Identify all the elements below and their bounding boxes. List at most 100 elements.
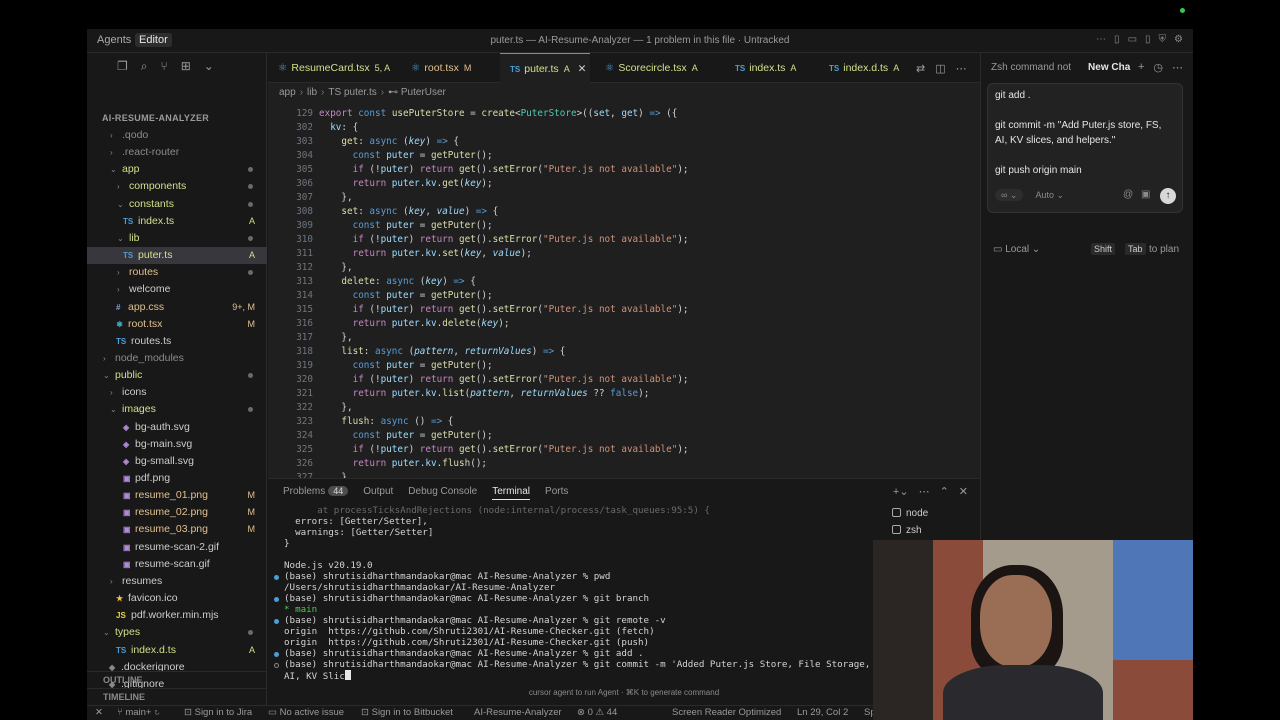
breadcrumb-item[interactable]: TS puter.ts [328,87,376,98]
editor-tab[interactable]: ⚛ Scorecircle.tsx A [595,53,720,83]
tree-item[interactable]: TS puter.ts A [87,247,267,265]
chat-more-icon[interactable]: ⋯ [1172,61,1183,74]
add-chat-icon[interactable]: + [1138,61,1144,74]
mention-icon[interactable]: @ [1123,189,1133,200]
panel-more-icon[interactable]: ⋯ [919,485,930,498]
breadcrumb-item[interactable]: app [279,87,296,98]
project-name[interactable]: AI-Resume-Analyzer [474,707,562,718]
panel-tab[interactable]: Problems 44 [283,486,349,500]
search-icon[interactable]: ⌕ [141,59,148,74]
tree-item[interactable]: › components [87,178,267,195]
more-icon[interactable]: ⋯ [1096,34,1106,45]
chat-input-box[interactable]: git add . git commit -m "Add Puter.js sto… [987,83,1183,213]
history-icon[interactable]: ◷ [1153,61,1163,74]
breadcrumb-item[interactable]: lib [307,87,317,98]
tree-item[interactable]: › node_modules [87,350,267,367]
terminal-instance[interactable]: zsh [892,522,928,539]
tree-item[interactable]: ⌄ app [87,161,267,178]
tree-item[interactable]: › icons [87,384,267,401]
typescript-icon: TS [829,64,840,73]
branch-indicator[interactable]: ⑂ main+ ↻ [117,707,160,718]
tree-item[interactable]: ⌄ public [87,367,267,384]
tree-item[interactable]: › .qodo [87,127,267,144]
bitbucket-sign-in[interactable]: ⊡ Sign in to Bitbucket [361,707,453,718]
tree-item[interactable]: ▣ resume_03.png M [87,521,267,538]
terminal-instance[interactable]: node [892,505,928,522]
tree-item-label: components [129,180,187,193]
tree-item[interactable]: ▣ pdf.png [87,470,267,487]
tree-item[interactable]: ⌄ constants [87,196,267,213]
chevron-right-icon: › [110,576,113,586]
settings-gear-icon[interactable]: ⚙ [1174,34,1183,45]
tree-item[interactable]: ⚛ root.tsx M [87,316,267,333]
split-editor-icon[interactable]: ◫ [935,62,945,75]
problems-count[interactable]: ⊗ 0 ⚠ 44 [577,707,617,718]
breadcrumb-separator: › [380,87,385,98]
editor-tab[interactable]: ⚛ root.tsx M [401,53,496,83]
new-terminal-icon[interactable]: +⌄ [893,485,909,498]
files-icon[interactable]: ❐ [117,59,128,74]
line-number: 318 [296,346,313,357]
local-selector[interactable]: ▭ Local ⌄ [993,244,1040,255]
maximize-panel-icon[interactable]: ⌃ [940,485,949,498]
close-tab-icon[interactable]: ✕ [575,63,587,75]
tree-item[interactable]: ▣ resume_02.png M [87,504,267,521]
panel-tabs: Problems 44 Output Debug Console Terminal Por… [283,486,568,500]
tree-item[interactable]: › welcome [87,281,267,298]
tree-item[interactable]: ▣ resume_01.png M [87,487,267,504]
tree-item[interactable]: TS routes.ts [87,333,267,350]
toggle-panel-icon[interactable]: ▭ [1128,34,1137,45]
image-icon[interactable]: ▣ [1141,189,1150,200]
editor-tab[interactable]: TS index.ts A [725,53,815,83]
panel-tab[interactable]: Debug Console [408,486,477,500]
compare-icon[interactable]: ⇄ [916,62,925,75]
screen-reader-mode[interactable]: Screen Reader Optimized [672,707,781,718]
tree-item[interactable]: TS index.d.ts A [87,642,267,659]
tree-item[interactable]: ⌄ lib [87,230,267,247]
panel-tab[interactable]: Ports [545,486,568,500]
more-actions-icon[interactable]: ⋯ [956,62,967,75]
terminal-text: origin https://github.com/Shruti2301/AI-… [284,626,655,637]
source-control-icon[interactable]: ⑂ [161,59,168,74]
tree-item[interactable]: ⌄ images [87,401,267,418]
tree-item[interactable]: # app.css 9+, M [87,299,267,316]
tree-item[interactable]: › routes [87,264,267,281]
tree-item[interactable]: ◈ bg-main.svg [87,436,267,453]
tree-item[interactable]: ◈ bg-auth.svg [87,419,267,436]
tree-item[interactable]: JS pdf.worker.min.mjs [87,607,267,624]
editor-tab[interactable]: TS puter.ts A ✕ [500,53,590,83]
issue-indicator[interactable]: ▭ No active issue [268,707,344,718]
toggle-sidebar-icon[interactable]: ▯ [1114,34,1120,45]
outline-section[interactable]: OUTLINE [87,671,267,688]
send-icon[interactable]: ↑ [1160,188,1176,204]
shield-icon[interactable]: ⛨ [1159,34,1167,45]
chevron-down-icon[interactable]: ⌄ [204,59,214,74]
tree-item[interactable]: ▣ resume-scan-2.gif [87,539,267,556]
timeline-section[interactable]: TIMELINE [87,688,267,705]
jira-sign-in[interactable]: ⊡ Sign in to Jira [184,707,252,718]
tree-item[interactable]: ◈ bg-small.svg [87,453,267,470]
chat-tab-previous[interactable]: Zsh command not [991,62,1071,73]
cursor-position[interactable]: Ln 29, Col 2 [797,707,848,718]
chat-tab-new[interactable]: New Cha [1088,62,1130,73]
breadcrumb-item[interactable]: ⊷ PuterUser [388,87,446,98]
code-editor[interactable]: app › lib › TS puter.ts › ⊷ PuterUser 129 expor… [268,83,980,478]
model-selector[interactable]: Auto ⌄ [1035,190,1064,200]
agent-mode-selector[interactable]: ∞ ⌄ [995,189,1024,201]
editor-tab[interactable]: ⚛ ResumeCard.tsx 5, A [268,53,396,83]
tree-item[interactable]: ⌄ types [87,624,267,641]
extensions-icon[interactable]: ⊞ [181,59,191,74]
close-panel-icon[interactable]: ✕ [959,485,968,498]
panel-tab[interactable]: Output [363,486,393,500]
tree-item[interactable]: ★ favicon.ico [87,590,267,607]
tree-item[interactable]: TS index.ts A [87,213,267,230]
project-header[interactable]: AI-RESUME-ANALYZER [102,113,209,123]
remote-icon[interactable]: ✕ [95,707,103,718]
panel-tab[interactable]: Terminal [492,486,531,500]
tree-item[interactable]: › resumes [87,573,267,590]
tab-status: 5, A [374,63,391,73]
tree-item[interactable]: › .react-router [87,144,267,161]
tree-item[interactable]: ▣ resume-scan.gif [87,556,267,573]
toggle-chat-icon[interactable]: ▯ [1145,34,1151,45]
chevron-right-icon: › [117,268,120,278]
